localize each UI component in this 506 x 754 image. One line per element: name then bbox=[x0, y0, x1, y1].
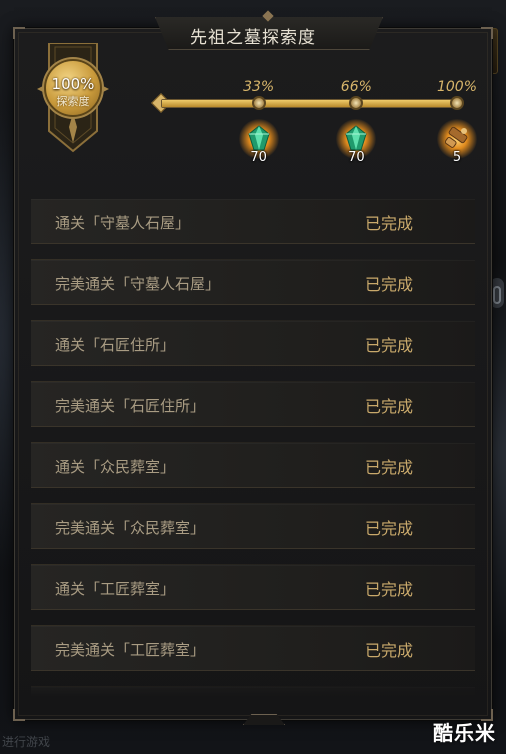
task-status: 已完成 bbox=[365, 641, 414, 660]
task-name: 完美通关「众民葬室」 bbox=[55, 519, 206, 537]
progress-track bbox=[161, 99, 459, 108]
background-caption: 进行游戏 bbox=[2, 735, 51, 749]
task-row[interactable]: 通关「众民葬室」 已完成 bbox=[31, 442, 475, 488]
milestone-node bbox=[450, 96, 464, 110]
reward-count: 70 bbox=[250, 150, 267, 165]
task-name: 通关「守墓人石屋」 bbox=[55, 214, 191, 232]
task-row[interactable]: 完美通关「守墓人石屋」 已完成 bbox=[31, 259, 475, 305]
progress-track-fill bbox=[162, 100, 458, 107]
milestone-percent: 33% bbox=[243, 79, 275, 95]
progress-value: 100% bbox=[51, 75, 95, 93]
task-row[interactable]: 通关「工匠葬室」 已完成 bbox=[31, 564, 475, 610]
telescope-scroll-icon bbox=[445, 126, 468, 148]
milestone-reward[interactable]: 70 bbox=[238, 119, 279, 165]
task-name: 通关「工匠葬室」 bbox=[55, 580, 176, 598]
task-row[interactable]: 完美通关「工匠葬室」 已完成 bbox=[31, 625, 475, 671]
milestone-percent: 66% bbox=[340, 79, 372, 95]
task-status: 已完成 bbox=[365, 336, 414, 355]
milestone-reward[interactable]: 5 bbox=[437, 119, 477, 165]
task-status: 已完成 bbox=[365, 397, 414, 416]
task-name: 通关「众民葬室」 bbox=[55, 458, 176, 476]
task-row[interactable]: 完美通关「石匠住所」 已完成 bbox=[31, 381, 475, 427]
task-name: 完美通关「工匠葬室」 bbox=[55, 641, 206, 659]
bottom-ornament-icon bbox=[243, 714, 285, 725]
task-name: 完美通关「石匠住所」 bbox=[55, 397, 206, 415]
task-row[interactable]: 通关「石匠住所」 已完成 bbox=[31, 320, 475, 366]
task-name: 完美通关「守墓人石屋」 bbox=[55, 275, 221, 293]
task-status: 已完成 bbox=[365, 275, 414, 294]
milestone-node bbox=[251, 96, 266, 110]
task-name: 通关「石匠住所」 bbox=[55, 336, 176, 354]
task-row[interactable]: 完美通关「众民葬室」 已完成 bbox=[31, 503, 475, 549]
task-status: 已完成 bbox=[365, 580, 414, 599]
progress-label: 探索度 bbox=[56, 95, 90, 108]
exploration-banner: 100% 探索度 bbox=[35, 43, 111, 155]
emerald-gem-icon bbox=[345, 125, 367, 151]
task-row[interactable]: 通关「守墓人石屋」 已完成 bbox=[31, 199, 475, 244]
task-status: 已完成 bbox=[365, 458, 414, 477]
watermark-logo: 酷乐米 bbox=[433, 721, 496, 745]
reward-count: 5 bbox=[452, 150, 462, 165]
progress-badge: 100% 探索度 bbox=[46, 61, 100, 115]
task-status: 已完成 bbox=[365, 214, 414, 233]
milestone-percent: 100% bbox=[436, 79, 478, 95]
list-fade bbox=[31, 671, 475, 697]
scroll-hint-icon bbox=[490, 278, 504, 308]
task-list[interactable]: 通关「守墓人石屋」 已完成 完美通关「守墓人石屋」 已完成 通关「石匠住所」 已完成 完美通… bbox=[31, 199, 475, 697]
reward-count: 70 bbox=[348, 150, 365, 165]
task-status: 已完成 bbox=[365, 519, 414, 538]
milestone-reward[interactable]: 70 bbox=[336, 119, 377, 165]
emerald-gem-icon bbox=[248, 125, 270, 151]
exploration-panel: 先祖之墓探索度 100% 探索度 33% 70 66% 70 100% 5 通关「守墓人石… bbox=[13, 10, 493, 725]
